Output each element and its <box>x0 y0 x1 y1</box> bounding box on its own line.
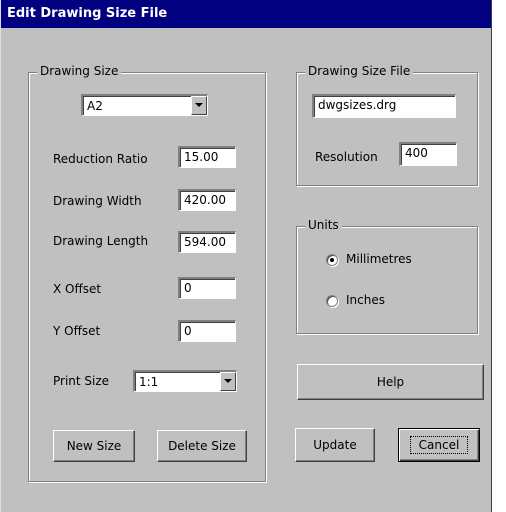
resolution-label: Resolution <box>315 150 378 164</box>
help-button[interactable]: Help <box>297 364 484 400</box>
drawing-width-label: Drawing Width <box>53 194 142 208</box>
drawing-size-file-group: Drawing Size File <box>296 64 478 186</box>
chevron-down-icon[interactable] <box>191 96 207 115</box>
title-bar[interactable]: Edit Drawing Size File <box>1 0 491 28</box>
print-size-select-value: 1:1 <box>139 375 159 389</box>
reduction-ratio-input[interactable]: 15.00 <box>178 146 236 168</box>
units-group: Units <box>296 218 478 334</box>
radio-selected-dot <box>330 258 334 262</box>
x-offset-label: X Offset <box>53 282 102 296</box>
x-offset-input[interactable]: 0 <box>178 277 236 299</box>
reduction-ratio-label: Reduction Ratio <box>53 152 148 166</box>
inches-label[interactable]: Inches <box>346 293 385 307</box>
edit-drawing-size-dialog: Edit Drawing Size File Drawing Size A2 R… <box>0 0 492 512</box>
drawing-size-file-legend: Drawing Size File <box>305 64 414 78</box>
drawing-size-select-value: A2 <box>87 99 103 113</box>
drawing-width-input[interactable]: 420.00 <box>178 189 236 211</box>
units-legend: Units <box>305 218 342 232</box>
y-offset-input[interactable]: 0 <box>178 320 236 342</box>
drawing-length-label: Drawing Length <box>53 234 149 248</box>
resolution-input[interactable]: 400 <box>399 142 457 166</box>
radio-button-inches[interactable] <box>326 295 338 307</box>
drawing-size-select[interactable]: A2 <box>81 94 208 116</box>
drawing-size-legend: Drawing Size <box>37 64 122 78</box>
y-offset-label: Y Offset <box>53 324 101 338</box>
print-size-label: Print Size <box>53 374 110 388</box>
chevron-down-icon[interactable] <box>220 372 236 391</box>
radio-button-millimetres[interactable] <box>326 254 338 266</box>
cancel-button[interactable]: Cancel <box>398 428 480 462</box>
update-button[interactable]: Update <box>295 428 375 462</box>
delete-size-button[interactable]: Delete Size <box>157 430 247 462</box>
drawing-size-file-input[interactable]: dwgsizes.drg <box>312 94 456 118</box>
cancel-button-label: Cancel <box>409 436 469 454</box>
drawing-length-input[interactable]: 594.00 <box>178 231 236 253</box>
new-size-button[interactable]: New Size <box>53 430 135 462</box>
print-size-select[interactable]: 1:1 <box>133 370 237 392</box>
millimetres-label[interactable]: Millimetres <box>346 252 412 266</box>
window-title: Edit Drawing Size File <box>7 6 168 21</box>
